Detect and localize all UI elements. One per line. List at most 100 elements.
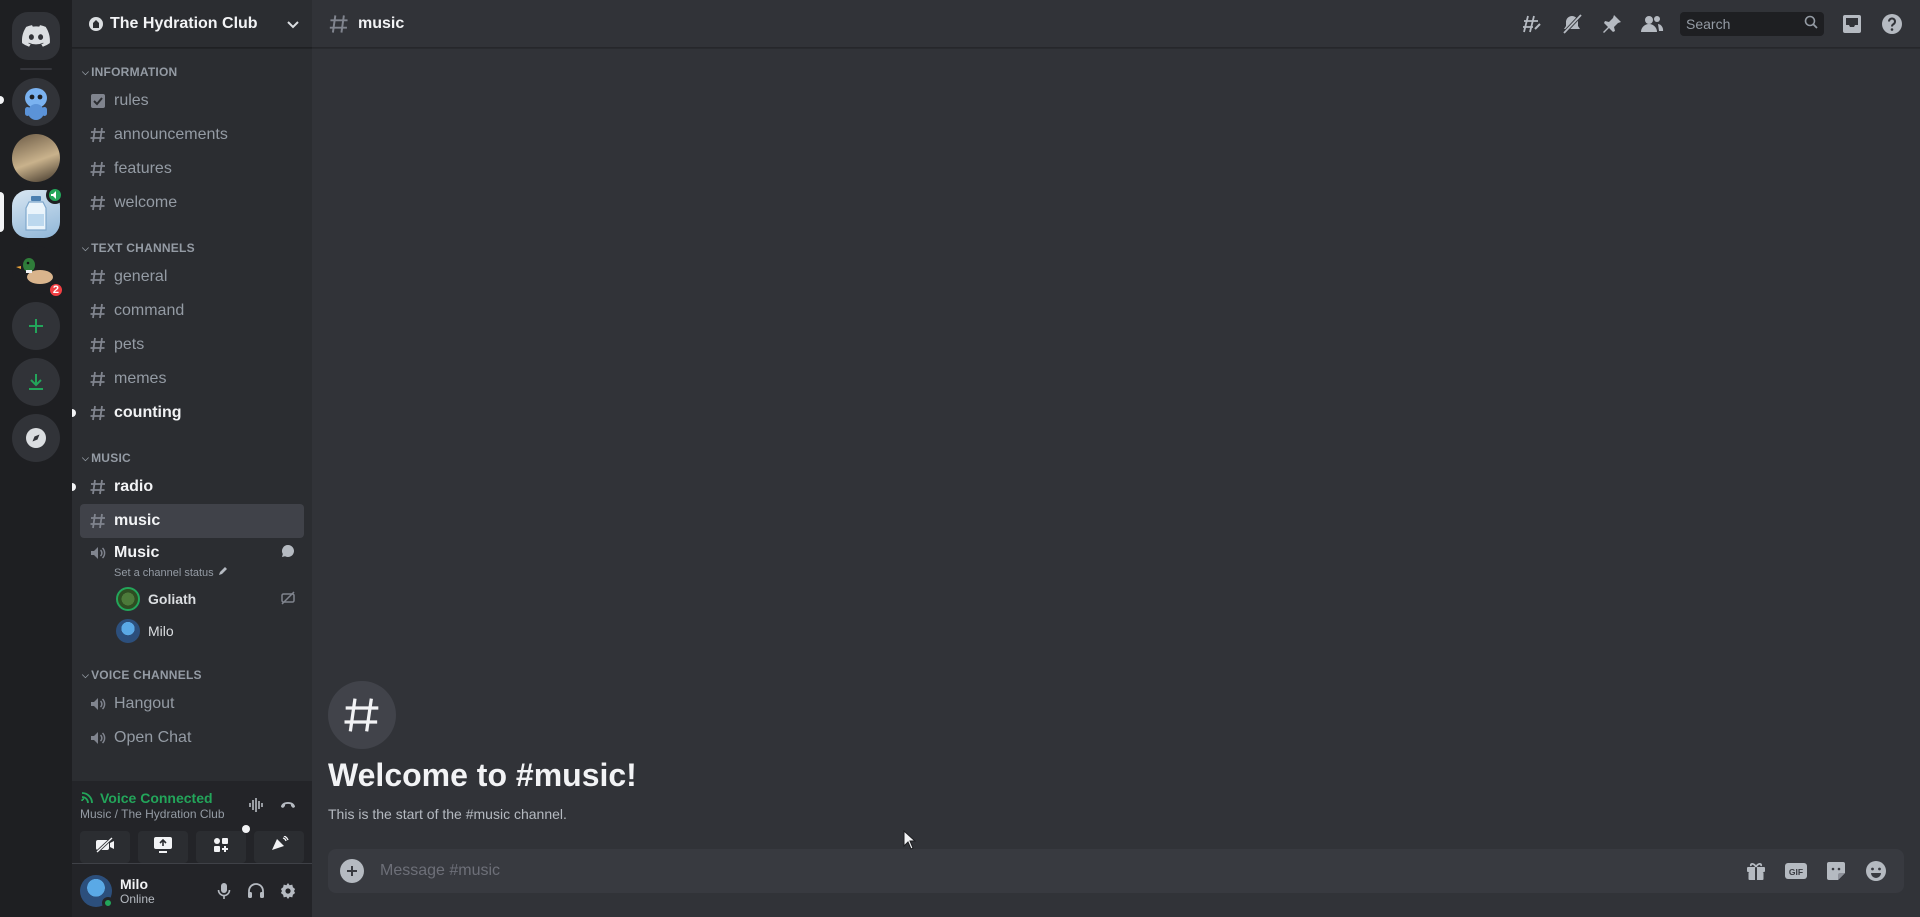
activities-button[interactable] bbox=[196, 825, 250, 863]
channel-announcements[interactable]: announcements bbox=[80, 118, 304, 152]
voice-channel-hangout[interactable]: Hangout bbox=[80, 687, 304, 721]
soundboard-icon bbox=[269, 834, 289, 859]
channel-pets[interactable]: pets bbox=[80, 328, 304, 362]
channel-general[interactable]: general bbox=[80, 260, 304, 294]
user-info[interactable]: Milo Online bbox=[120, 876, 208, 906]
category-label: INFORMATION bbox=[91, 65, 178, 79]
category-music[interactable]: ⌵ MUSIC bbox=[80, 446, 304, 470]
disconnect-icon[interactable] bbox=[272, 789, 304, 821]
selected-server-indicator bbox=[0, 192, 4, 232]
channel-header: music Search bbox=[312, 0, 1920, 48]
channel-memes[interactable]: memes bbox=[80, 362, 304, 396]
server-hydration-club[interactable] bbox=[12, 186, 64, 238]
category-label: TEXT CHANNELS bbox=[91, 241, 195, 255]
voice-status-label: Voice Connected bbox=[100, 789, 213, 806]
channel-label: counting bbox=[114, 404, 182, 421]
gear-icon[interactable] bbox=[272, 875, 304, 907]
channel-label: announcements bbox=[114, 126, 228, 143]
hash-icon bbox=[328, 681, 396, 749]
add-server-button[interactable] bbox=[12, 302, 60, 350]
chat-bubble-icon[interactable] bbox=[280, 543, 296, 564]
home-button[interactable] bbox=[12, 12, 60, 60]
channel-status-label: Set a channel status bbox=[114, 566, 214, 579]
category-information[interactable]: ⌵ INFORMATION bbox=[80, 60, 304, 84]
hash-icon bbox=[88, 194, 108, 212]
hash-icon bbox=[88, 302, 108, 320]
server-photo[interactable] bbox=[12, 134, 60, 182]
channel-rules[interactable]: rules bbox=[80, 84, 304, 118]
channel-label: general bbox=[114, 268, 168, 285]
soundboard-button[interactable] bbox=[254, 831, 304, 863]
camera-off-button[interactable] bbox=[80, 831, 130, 863]
guild-header[interactable]: The Hydration Club bbox=[72, 0, 312, 48]
share-screen-button[interactable] bbox=[138, 831, 188, 863]
mascot-icon bbox=[25, 88, 47, 120]
voice-user-milo[interactable]: Milo bbox=[80, 615, 304, 647]
speaker-icon bbox=[88, 729, 108, 747]
voice-channel-label: Music bbox=[114, 544, 160, 561]
plus-icon bbox=[26, 316, 46, 336]
hash-icon bbox=[328, 13, 350, 35]
chevron-down-icon: ⌵ bbox=[82, 452, 90, 463]
help-icon[interactable] bbox=[1880, 12, 1904, 36]
set-channel-status[interactable]: Set a channel status bbox=[114, 566, 296, 579]
user-avatar[interactable] bbox=[80, 874, 114, 909]
message-input[interactable]: Message #music bbox=[380, 862, 1736, 880]
unread-indicator bbox=[72, 409, 76, 417]
stream-muted-icon bbox=[280, 590, 296, 609]
emoji-icon[interactable] bbox=[1864, 859, 1888, 883]
upload-plus-icon[interactable] bbox=[340, 859, 364, 883]
hash-icon bbox=[88, 126, 108, 144]
search-input[interactable]: Search bbox=[1680, 11, 1824, 36]
channel-music[interactable]: music bbox=[80, 504, 304, 538]
microphone-icon[interactable] bbox=[208, 875, 240, 907]
server-rail: 2 bbox=[0, 0, 72, 917]
scrollbar[interactable] bbox=[1908, 48, 1916, 917]
channel-welcome[interactable]: welcome bbox=[80, 186, 304, 220]
channel-sidebar: The Hydration Club ⌵ INFORMATION rules a… bbox=[72, 0, 312, 917]
chevron-down-icon: ⌵ bbox=[82, 66, 90, 77]
channel-radio[interactable]: radio bbox=[72, 470, 304, 504]
voice-status[interactable]: Voice Connected bbox=[80, 789, 240, 806]
channel-label: welcome bbox=[114, 194, 178, 211]
gif-icon[interactable]: GIF bbox=[1784, 859, 1808, 883]
channel-label: features bbox=[114, 160, 172, 177]
inbox-icon[interactable] bbox=[1840, 12, 1864, 36]
voice-user-goliath[interactable]: Goliath bbox=[80, 583, 304, 615]
voice-channel-open-chat[interactable]: Open Chat bbox=[80, 721, 304, 755]
rail-separator bbox=[20, 68, 52, 70]
speaker-icon bbox=[88, 544, 108, 562]
voice-location[interactable]: Music / The Hydration Club bbox=[80, 807, 240, 821]
category-label: MUSIC bbox=[91, 451, 131, 465]
channel-welcome: Welcome to #music! This is the start of … bbox=[328, 681, 637, 822]
category-voice-channels[interactable]: ⌵ VOICE CHANNELS bbox=[80, 663, 304, 687]
headphones-icon[interactable] bbox=[240, 875, 272, 907]
channel-features[interactable]: features bbox=[80, 152, 304, 186]
channel-command[interactable]: command bbox=[80, 294, 304, 328]
notification-muted-icon[interactable] bbox=[1560, 12, 1584, 36]
discord-app: 2 The Hydration Club ⌵ INFORMATION rules… bbox=[0, 0, 1920, 917]
voice-channel-music[interactable]: Music Set a channel status bbox=[80, 538, 304, 583]
channel-counting[interactable]: counting bbox=[72, 396, 304, 430]
camera-off-icon bbox=[95, 836, 115, 858]
search-icon bbox=[1804, 15, 1818, 32]
hash-icon bbox=[88, 160, 108, 178]
server-duck[interactable]: 2 bbox=[12, 246, 66, 300]
pin-icon[interactable] bbox=[1600, 12, 1624, 36]
threads-icon[interactable] bbox=[1520, 12, 1544, 36]
channel-list: ⌵ INFORMATION rules announcements featur… bbox=[72, 48, 312, 781]
download-apps-button[interactable] bbox=[12, 358, 60, 406]
server-mascot[interactable] bbox=[12, 78, 60, 126]
gift-icon[interactable] bbox=[1744, 859, 1768, 883]
unread-indicator bbox=[0, 96, 4, 104]
category-text-channels[interactable]: ⌵ TEXT CHANNELS bbox=[80, 236, 304, 260]
discover-button[interactable] bbox=[12, 414, 60, 462]
noise-suppression-icon[interactable] bbox=[240, 789, 272, 821]
welcome-title: Welcome to #music! bbox=[328, 757, 637, 793]
chevron-down-icon: ⌵ bbox=[82, 242, 90, 253]
pencil-icon bbox=[218, 566, 228, 579]
user-panel: Milo Online bbox=[72, 864, 312, 917]
member-list-icon[interactable] bbox=[1640, 12, 1664, 36]
channel-title: music bbox=[358, 14, 405, 32]
sticker-icon[interactable] bbox=[1824, 859, 1848, 883]
